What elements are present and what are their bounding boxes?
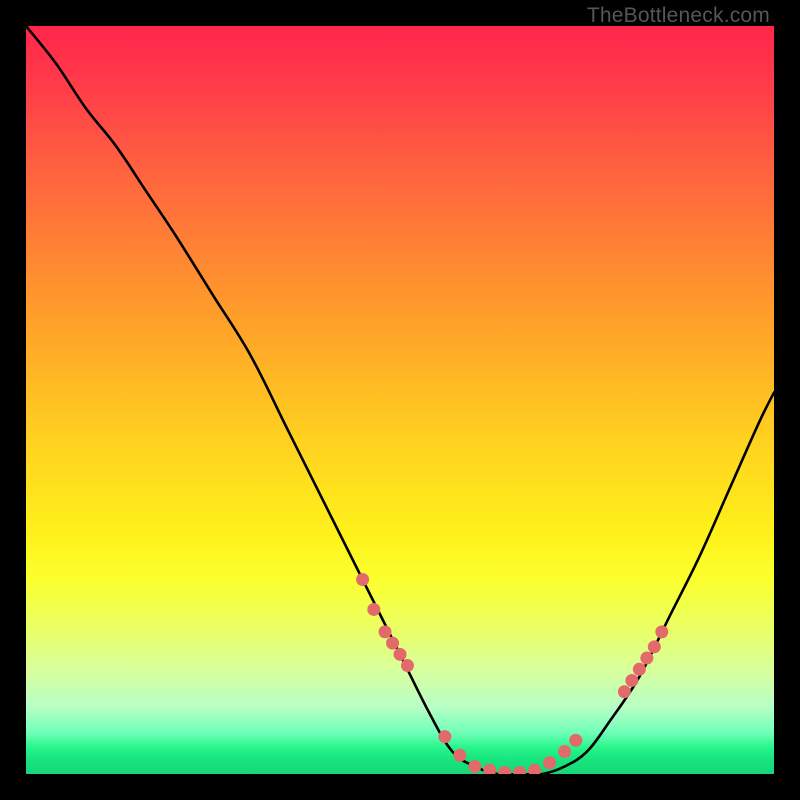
chart-container: TheBottleneck.com xyxy=(0,0,800,800)
data-dot xyxy=(640,652,653,665)
data-dot xyxy=(543,756,556,769)
data-dot xyxy=(633,663,646,676)
data-dot xyxy=(386,637,399,650)
data-dot xyxy=(625,674,638,687)
chart-svg xyxy=(26,26,774,774)
data-dot xyxy=(468,760,481,773)
data-dot xyxy=(356,573,369,586)
data-dot xyxy=(648,640,661,653)
plot-area xyxy=(26,26,774,774)
data-dot xyxy=(655,625,668,638)
watermark-text: TheBottleneck.com xyxy=(587,4,770,28)
data-dot xyxy=(483,764,496,774)
data-dot xyxy=(453,749,466,762)
data-dot xyxy=(558,745,571,758)
data-dot xyxy=(498,766,511,774)
data-dot xyxy=(618,685,631,698)
data-dots xyxy=(356,573,668,774)
data-dot xyxy=(528,764,541,774)
data-dot xyxy=(401,659,414,672)
data-dot xyxy=(379,625,392,638)
data-dot xyxy=(513,766,526,774)
data-dot xyxy=(367,603,380,616)
data-dot xyxy=(569,734,582,747)
data-dot xyxy=(394,648,407,661)
bottleneck-curve xyxy=(26,26,774,774)
data-dot xyxy=(438,730,451,743)
